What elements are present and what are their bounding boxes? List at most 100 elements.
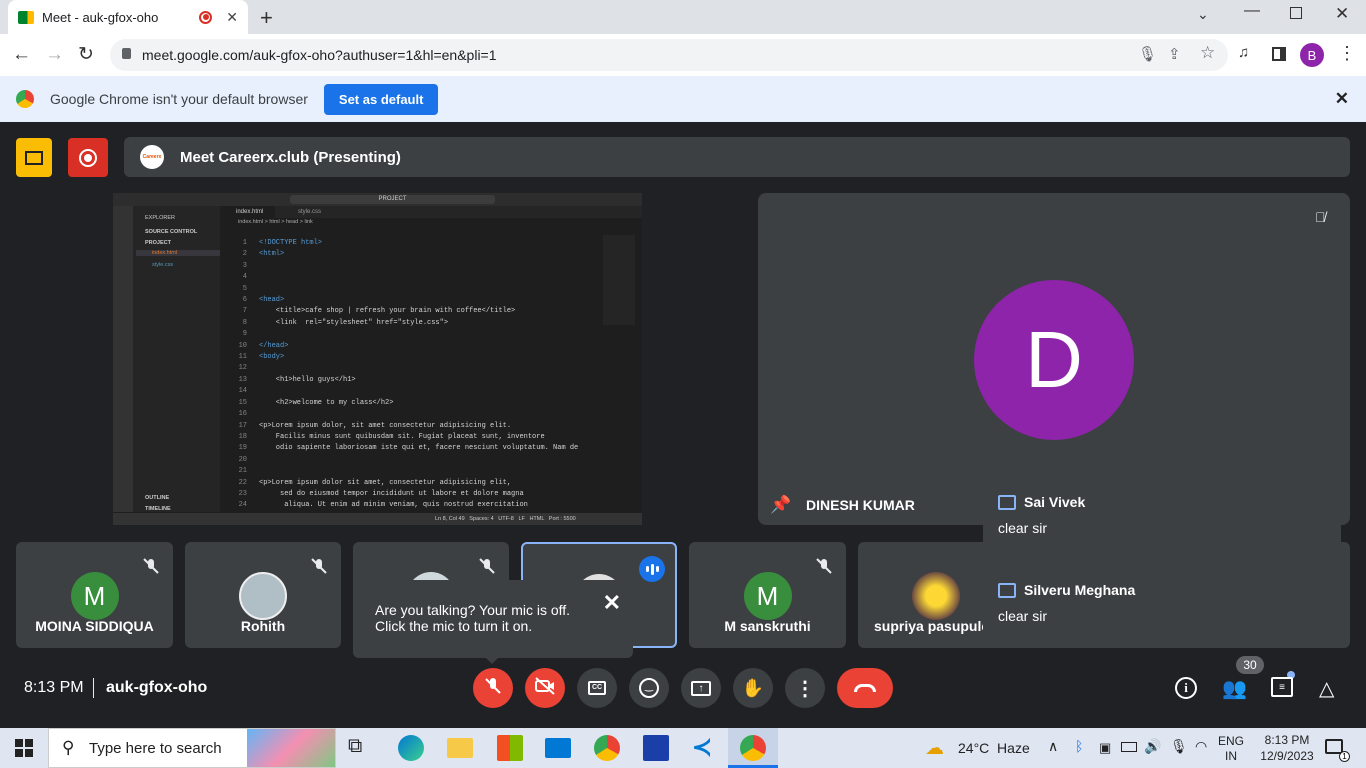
activity-bar: [113, 206, 133, 512]
restore-button[interactable]: [1290, 7, 1302, 19]
mic-off-icon: [141, 556, 161, 576]
editor-titlebar: PROJECT: [113, 193, 642, 206]
meet-favicon-icon: [18, 10, 34, 24]
hand-icon: ✋: [741, 677, 765, 698]
file-style-css[interactable]: style.css: [152, 262, 173, 268]
line-numbers: 1 2 3 4 5 6 7 8 9 10 11 12 13 14 15 16 17 18 19 20 21 22 23 24: [225, 238, 247, 512]
file-index-html[interactable]: index.html: [136, 250, 220, 256]
infobar-close-icon[interactable]: ✕: [1335, 89, 1349, 109]
tab-meet[interactable]: Meet - auk-gfox-oho ✕: [8, 0, 248, 34]
url-text: meet.google.com/auk-gfox-oho?authuser=1&…: [142, 47, 497, 63]
line-number: 12: [238, 364, 247, 373]
chrome-menu-icon[interactable]: ⋮: [1338, 43, 1356, 64]
chat-notification[interactable]: Silveru Meghana clear sir: [983, 570, 1341, 646]
participant-tile[interactable]: M M sanskruthi: [689, 542, 846, 648]
battery-icon[interactable]: [1121, 742, 1137, 752]
mic-off-icon: [309, 556, 329, 576]
search-highlight-image: [247, 729, 335, 767]
mic-off-tooltip: Are you talking? Your mic is off. Click …: [353, 580, 633, 658]
tab-search-icon[interactable]: ⌄: [1197, 6, 1209, 23]
bluetooth-icon[interactable]: ᛒ: [1075, 738, 1083, 754]
media-control-icon[interactable]: ♫: [1238, 44, 1249, 61]
camera-off-icon: [534, 676, 556, 701]
line-number: 6: [242, 296, 247, 305]
system-clock[interactable]: 8:13 PM 12/9/2023: [1256, 732, 1318, 764]
bookmark-star-icon[interactable]: ☆: [1200, 43, 1215, 63]
participant-tile[interactable]: Rohith: [185, 542, 341, 648]
weather-icon[interactable]: ☁: [925, 737, 944, 760]
minimap: [603, 235, 635, 325]
command-center[interactable]: PROJECT: [290, 195, 495, 204]
address-bar[interactable]: meet.google.com/auk-gfox-oho?authuser=1&…: [110, 39, 1228, 71]
mic-tray-icon[interactable]: 🎙: [1170, 738, 1188, 755]
sidebar-timeline[interactable]: TIMELINE: [145, 506, 171, 512]
chat-notification[interactable]: Sai Vivek clear sir: [983, 482, 1341, 558]
chat-icon: [998, 494, 1016, 510]
active-chrome-taskbar-button[interactable]: [728, 728, 778, 768]
mic-toggle-button[interactable]: [473, 668, 513, 708]
line-number: 9: [242, 330, 247, 339]
more-options-button[interactable]: ⋮: [785, 668, 825, 708]
camera-toggle-button[interactable]: [525, 668, 565, 708]
meeting-info-button[interactable]: i: [1175, 677, 1197, 699]
chrome-taskbar-icon[interactable]: [594, 735, 620, 761]
tab-close-icon[interactable]: ✕: [226, 9, 238, 26]
prime-video-icon[interactable]: [643, 735, 669, 761]
explorer-label: EXPLORER: [145, 215, 175, 221]
meet-tray-icon[interactable]: ▣: [1099, 740, 1111, 756]
default-browser-infobar: Google Chrome isn't your default browser…: [0, 76, 1366, 122]
share-icon[interactable]: ⇪: [1168, 45, 1181, 63]
present-button[interactable]: ↑: [681, 668, 721, 708]
leave-call-button[interactable]: [837, 668, 893, 708]
raise-hand-button[interactable]: ✋: [733, 668, 773, 708]
sidebar-source-control[interactable]: SOURCE CONTROL: [145, 229, 197, 235]
minimize-button[interactable]: —: [1244, 2, 1260, 20]
set-default-button[interactable]: Set as default: [323, 83, 439, 115]
status-text: Ln 8, Col 49 Spaces: 4 UTF-8 LF HTML Por…: [435, 516, 576, 522]
tab-style-css[interactable]: style.css: [282, 206, 321, 218]
clock-date: 12/9/2023: [1260, 749, 1314, 763]
store-icon[interactable]: [497, 735, 523, 761]
show-hidden-icons[interactable]: ∧: [1048, 738, 1058, 755]
vscode-icon[interactable]: ≺: [692, 735, 718, 761]
tab-index-html[interactable]: index.html: [220, 206, 275, 218]
pin-icon[interactable]: 📌: [770, 495, 791, 515]
profile-avatar[interactable]: B: [1300, 43, 1324, 67]
taskbar-search[interactable]: ⚲ Type here to search: [48, 728, 336, 768]
recording-button[interactable]: [68, 138, 108, 177]
reactions-button[interactable]: ‿: [629, 668, 669, 708]
language-indicator[interactable]: ENG IN: [1218, 734, 1244, 764]
code-line: <body>: [259, 353, 285, 362]
captions-button[interactable]: CC: [577, 668, 617, 708]
edge-icon[interactable]: [398, 735, 424, 761]
volume-icon[interactable]: 🔊: [1144, 738, 1161, 755]
wifi-icon[interactable]: ◠: [1195, 738, 1207, 755]
mic-off-icon: [814, 556, 834, 576]
chat-button[interactable]: ≡: [1271, 677, 1293, 697]
recording-indicator-icon: [199, 10, 213, 24]
reload-button[interactable]: ↻: [78, 43, 94, 66]
mail-icon[interactable]: [545, 738, 571, 758]
task-view-icon[interactable]: ⧉: [348, 735, 374, 761]
weather-text[interactable]: 24°C Haze: [958, 740, 1030, 756]
tooltip-close-icon[interactable]: ✕: [603, 590, 621, 616]
sidebar-outline[interactable]: OUTLINE: [145, 495, 169, 501]
stop-presenting-button[interactable]: [16, 138, 52, 177]
new-tab-button[interactable]: +: [260, 5, 273, 31]
back-button[interactable]: ←: [12, 44, 31, 66]
people-button[interactable]: 👥: [1222, 676, 1247, 701]
activities-button[interactable]: △: [1319, 676, 1334, 701]
tab-title: Meet - auk-gfox-oho: [42, 9, 159, 25]
file-explorer-icon[interactable]: [447, 738, 473, 758]
forward-button[interactable]: →: [45, 44, 64, 66]
side-panel-icon[interactable]: [1272, 47, 1286, 61]
start-button[interactable]: [15, 739, 33, 757]
window-close-button[interactable]: ✕: [1335, 4, 1349, 24]
mic-permission-icon[interactable]: 🎙: [1138, 45, 1157, 63]
sidebar-project[interactable]: PROJECT: [145, 240, 171, 246]
participant-tile[interactable]: M MOINA SIDDIQUA: [16, 542, 173, 648]
